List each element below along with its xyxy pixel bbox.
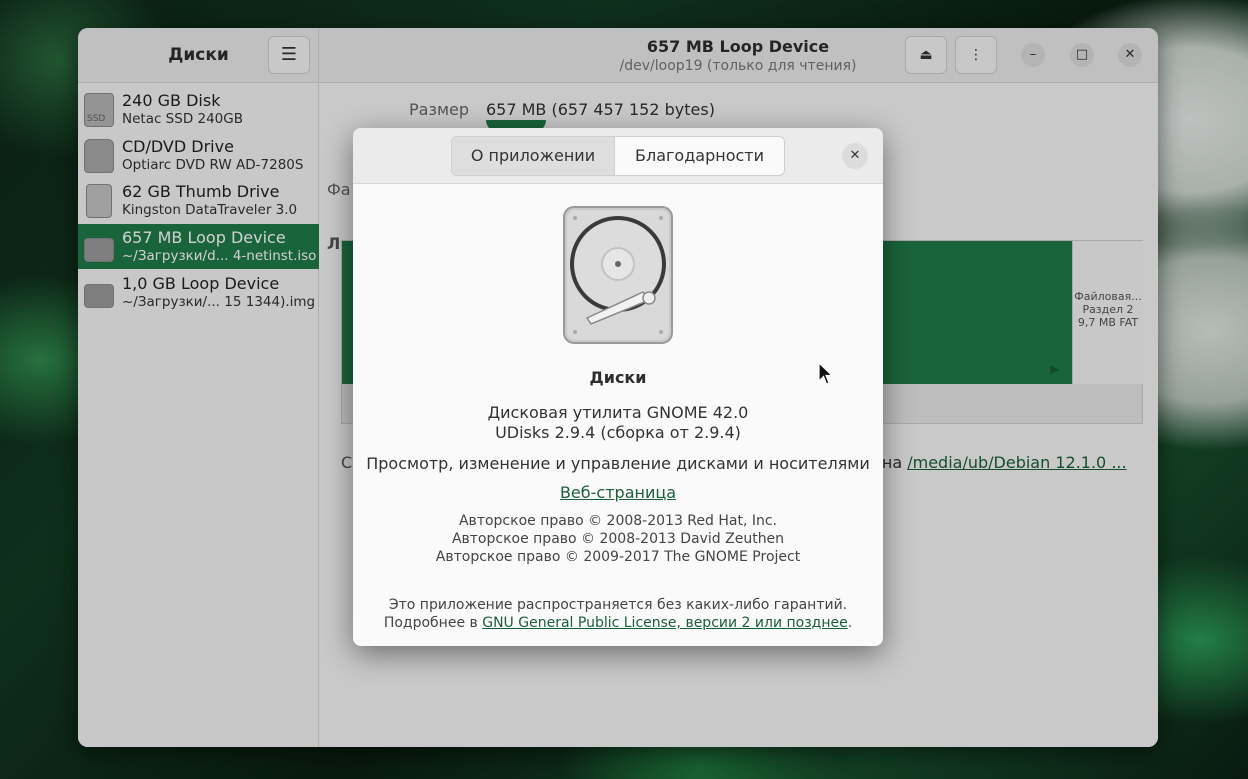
about-tabs: О приложении Благодарности <box>451 136 785 176</box>
close-dialog-button[interactable]: ✕ <box>842 143 868 169</box>
warranty-notice: Это приложение распространяется без каки… <box>388 597 848 613</box>
app-version: Дисковая утилита GNOME 42.0 <box>487 403 749 422</box>
udisks-version: UDisks 2.9.4 (сборка от 2.9.4) <box>495 423 741 442</box>
app-name: Диски <box>589 368 647 387</box>
website-link[interactable]: Веб-страница <box>353 483 883 502</box>
app-description: Просмотр, изменение и управление дисками… <box>366 454 870 473</box>
about-dialog: О приложении Благодарности ✕ Диски Диско… <box>353 128 883 646</box>
tab-about[interactable]: О приложении <box>452 137 615 175</box>
close-icon: ✕ <box>849 148 861 163</box>
license-suffix: . <box>847 615 853 631</box>
tab-credits[interactable]: Благодарности <box>615 137 784 175</box>
copyright-line: Авторское право © 2009-2017 The GNOME Pr… <box>435 549 801 565</box>
about-dialog-header: О приложении Благодарности ✕ <box>353 128 883 184</box>
license-prefix: Подробнее в <box>383 615 478 631</box>
license-link[interactable]: GNU General Public License, версии 2 или… <box>482 615 847 631</box>
license-notice: Подробнее в GNU General Public License, … <box>353 615 883 631</box>
mouse-pointer-icon <box>818 362 834 385</box>
copyright-line: Авторское право © 2008-2013 Red Hat, Inc… <box>458 513 777 529</box>
copyright-line: Авторское право © 2008-2013 David Zeuthe… <box>451 531 785 547</box>
disks-app-icon <box>563 206 673 344</box>
